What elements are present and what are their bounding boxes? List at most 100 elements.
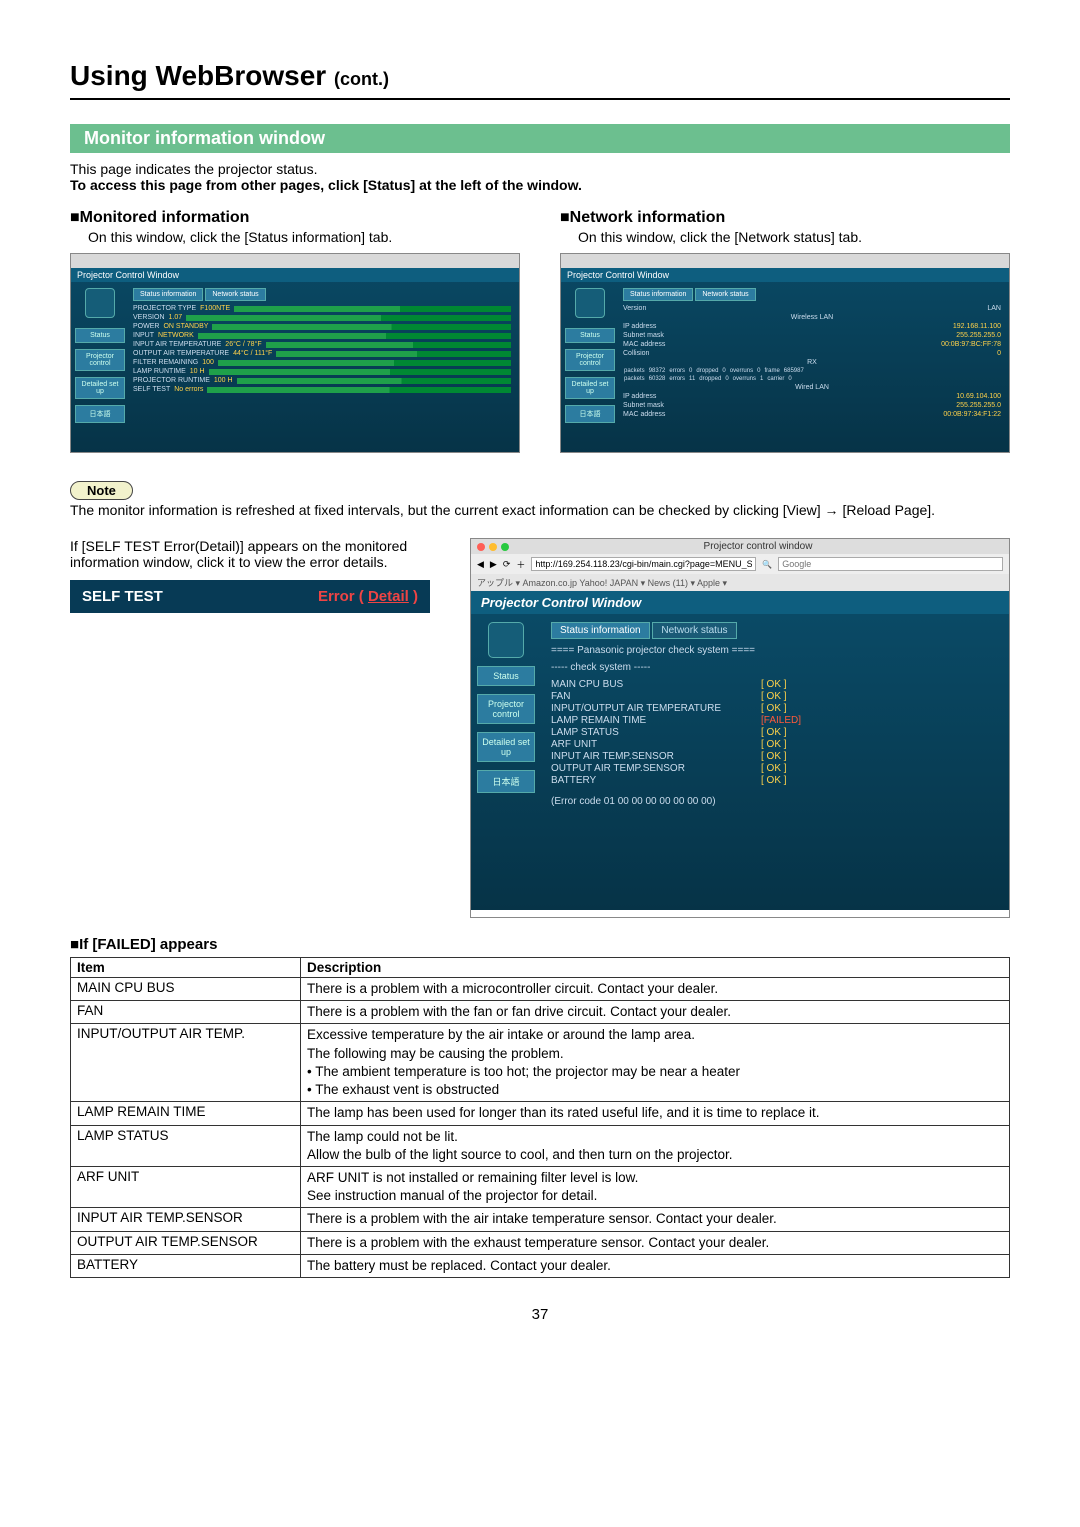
table-row: LAMP STATUSThe lamp could not be lit.All… xyxy=(71,1125,1010,1166)
stat-cell: carrier xyxy=(766,376,785,382)
stat-cell: dropped xyxy=(698,376,722,382)
logo-icon xyxy=(488,622,524,658)
check-item: LAMP REMAIN TIME xyxy=(551,715,751,726)
desc-cell: The battery must be replaced. Contact yo… xyxy=(301,1254,1010,1277)
net-value: 00:0B:97:BC:FF:78 xyxy=(941,341,1001,348)
stat-cell: errors xyxy=(668,376,686,382)
status-label: POWER xyxy=(133,323,159,330)
check-item: FAN xyxy=(551,691,751,702)
screenshot-network-status: Projector Control Window Status Projecto… xyxy=(560,253,1010,453)
rx-header: RX xyxy=(623,359,1001,366)
desc-cell: The lamp has been used for longer than i… xyxy=(301,1102,1010,1125)
stat-cell: 60328 xyxy=(648,376,667,382)
check-item: OUTPUT AIR TEMP.SENSOR xyxy=(551,763,751,774)
side-proj[interactable]: Projector control xyxy=(75,349,125,371)
check-status: [ OK ] xyxy=(761,727,787,738)
th-item: Item xyxy=(71,958,301,978)
side-status[interactable]: Status xyxy=(477,666,535,686)
table-row: LAMP REMAIN TIMEThe lamp has been used f… xyxy=(71,1102,1010,1125)
tab-network-status[interactable]: Network status xyxy=(205,288,265,301)
table-row: FANThere is a problem with the fan or fa… xyxy=(71,1001,1010,1024)
stat-cell: errors xyxy=(668,368,686,374)
add-icon[interactable]: ＋ xyxy=(516,558,525,571)
table-row: BATTERYThe battery must be replaced. Con… xyxy=(71,1254,1010,1277)
side-proj[interactable]: Projector control xyxy=(477,694,535,724)
side-jp[interactable]: 日本語 xyxy=(477,770,535,793)
side-jp[interactable]: 日本語 xyxy=(565,405,615,423)
status-label: SELF TEST xyxy=(133,386,170,393)
monitored-heading-text: Monitored information xyxy=(80,209,250,226)
status-value: 10 H xyxy=(190,368,205,375)
bookmarks-bar[interactable]: アップル ▾ Amazon.co.jp Yahoo! JAPAN ▾ News … xyxy=(471,574,1009,591)
failed-table: Item Description MAIN CPU BUSThere is a … xyxy=(70,957,1010,1278)
stat-cell: overruns xyxy=(729,368,754,374)
status-label: OUTPUT AIR TEMPERATURE xyxy=(133,350,229,357)
net-label: IP address xyxy=(623,393,656,400)
item-cell: OUTPUT AIR TEMP.SENSOR xyxy=(71,1231,301,1254)
check-item: BATTERY xyxy=(551,775,751,786)
stat-cell: 0 xyxy=(688,368,693,374)
side-detail[interactable]: Detailed set up xyxy=(565,377,615,399)
title-main: Using WebBrowser xyxy=(70,60,326,91)
item-cell: INPUT/OUTPUT AIR TEMP. xyxy=(71,1024,301,1102)
side-detail[interactable]: Detailed set up xyxy=(75,377,125,399)
status-label: PROJECTOR TYPE xyxy=(133,305,196,312)
net-label: IP address xyxy=(623,323,656,330)
status-value: 100 xyxy=(202,359,214,366)
url-field[interactable] xyxy=(531,557,756,571)
hdr-lan: LAN xyxy=(987,305,1001,312)
monitored-heading: ■Monitored information xyxy=(70,209,520,227)
stat-cell: 0 xyxy=(724,376,729,382)
item-cell: LAMP REMAIN TIME xyxy=(71,1102,301,1125)
network-column: ■Network information On this window, cli… xyxy=(560,209,1010,453)
stat-cell: 0 xyxy=(756,368,761,374)
side-status[interactable]: Status xyxy=(565,328,615,343)
search-icon: 🔍 xyxy=(762,560,772,569)
selftest-detail-link[interactable]: Detail xyxy=(368,588,409,605)
screenshot-status-info: Projector Control Window Status Projecto… xyxy=(70,253,520,453)
stat-cell: 0 xyxy=(787,376,792,382)
note-text: The monitor information is refreshed at … xyxy=(70,502,1010,518)
zoom-icon[interactable] xyxy=(501,543,509,551)
shot2-titlebar: Projector Control Window xyxy=(561,268,1009,282)
check-status: [ OK ] xyxy=(761,691,787,702)
desc-cell: The lamp could not be lit.Allow the bulb… xyxy=(301,1125,1010,1166)
logo-icon xyxy=(575,288,605,318)
tab-network-status[interactable]: Network status xyxy=(652,622,736,639)
tab-status-info[interactable]: Status information xyxy=(623,288,693,301)
th-desc: Description xyxy=(301,958,1010,978)
net-label: Subnet mask xyxy=(623,402,664,409)
side-proj[interactable]: Projector control xyxy=(565,349,615,371)
side-status[interactable]: Status xyxy=(75,328,125,343)
status-label: FILTER REMAINING xyxy=(133,359,198,366)
back-icon[interactable]: ◀ xyxy=(477,559,484,570)
net-value: 00:0B:97:34:F1:22 xyxy=(943,411,1001,418)
square-icon: ■ xyxy=(70,936,79,953)
net-value: 10.69.104.100 xyxy=(956,393,1001,400)
item-cell: BATTERY xyxy=(71,1254,301,1277)
reload-icon[interactable]: ⟳ xyxy=(503,559,511,570)
desc-cell: ARF UNIT is not installed or remaining f… xyxy=(301,1166,1010,1207)
stat-cell: 11 xyxy=(688,376,696,382)
network-text: On this window, click the [Network statu… xyxy=(578,229,1010,245)
status-value: 100 H xyxy=(214,377,233,384)
search-field[interactable] xyxy=(778,557,1003,571)
desc-cell: Excessive temperature by the air intake … xyxy=(301,1024,1010,1102)
page-number: 37 xyxy=(70,1306,1010,1323)
item-cell: ARF UNIT xyxy=(71,1166,301,1207)
tab-network-status[interactable]: Network status xyxy=(695,288,755,301)
side-detail[interactable]: Detailed set up xyxy=(477,732,535,762)
side-jp[interactable]: 日本語 xyxy=(75,405,125,423)
net-value: 0 xyxy=(997,350,1001,357)
table-row: INPUT AIR TEMP.SENSORThere is a problem … xyxy=(71,1208,1010,1231)
tab-status-info[interactable]: Status information xyxy=(551,622,650,639)
intro-line1: This page indicates the projector status… xyxy=(70,161,1010,177)
minimize-icon[interactable] xyxy=(489,543,497,551)
close-icon[interactable] xyxy=(477,543,485,551)
check-item: LAMP STATUS xyxy=(551,727,751,738)
check-line1: ==== Panasonic projector check system ==… xyxy=(551,645,999,656)
desc-cell: There is a problem with a microcontrolle… xyxy=(301,978,1010,1001)
forward-icon[interactable]: ▶ xyxy=(490,559,497,570)
tab-status-info[interactable]: Status information xyxy=(133,288,203,301)
status-label: PROJECTOR RUNTIME xyxy=(133,377,210,384)
